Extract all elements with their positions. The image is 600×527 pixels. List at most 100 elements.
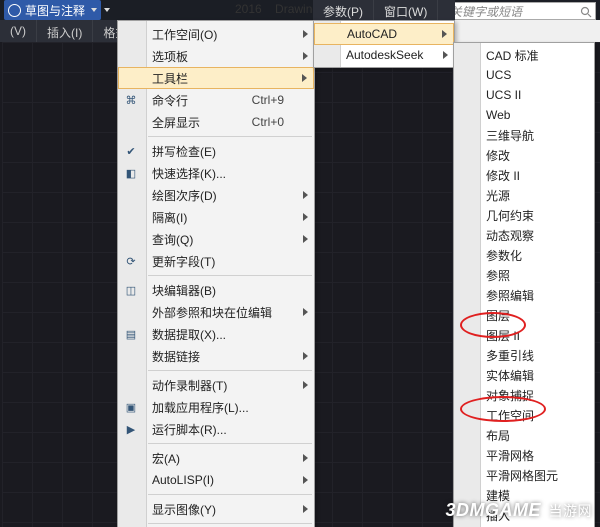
menu-item[interactable]: 全屏显示Ctrl+0 (118, 111, 314, 133)
menu-separator (148, 494, 312, 495)
menu-item[interactable]: ◫块编辑器(B) (118, 279, 314, 301)
menu-item-label: 工作空间 (486, 407, 534, 424)
menu-item-icon: ▶ (123, 421, 139, 437)
menu-item[interactable]: 参照 (454, 265, 594, 285)
menu-item[interactable]: UCS (454, 65, 594, 85)
menu-item[interactable]: AutoLISP(I) (118, 469, 314, 491)
menu-item[interactable]: 工作空间(O) (118, 23, 314, 45)
menu-item-label: 绘图次序(D) (152, 187, 217, 204)
menu-item-label: 几何约束 (486, 207, 534, 224)
menu-item[interactable]: 平滑网格 (454, 445, 594, 465)
menu-item[interactable]: 查询(Q) (118, 228, 314, 250)
menu-item[interactable]: 布局 (454, 425, 594, 445)
menu-item[interactable]: 几何约束 (454, 205, 594, 225)
menu-item[interactable]: 外部参照和块在位编辑 (118, 301, 314, 323)
menu-item[interactable]: 图层 (454, 305, 594, 325)
sketch-annotation-button[interactable]: 草图与注释 (4, 0, 101, 20)
submenu-arrow-icon (303, 235, 308, 243)
menu-item[interactable]: 图层 II (454, 325, 594, 345)
chevron-down-icon (104, 8, 110, 12)
submenu-arrow-icon (442, 30, 447, 38)
submenu-arrow-icon (303, 30, 308, 38)
menu-item[interactable]: AutodeskSeek (314, 45, 454, 65)
tab-v[interactable]: (V) (0, 20, 37, 42)
menu-item[interactable]: CAD 标准 (454, 45, 594, 65)
menu-item[interactable]: 对象捕捉 (454, 385, 594, 405)
menu-item-label: 数据链接 (152, 348, 200, 365)
menu-item[interactable]: 参数化 (454, 245, 594, 265)
title-prefix: 2016 (235, 2, 262, 16)
menu-item-label: 命令行 (152, 92, 188, 109)
menu-item-label: 实体编辑 (486, 367, 534, 384)
menu-item-label: 查询(Q) (152, 231, 193, 248)
menu-item-label: 动态观察 (486, 227, 534, 244)
menu-item-label: 选项板 (152, 48, 188, 65)
menu-item-label: 运行脚本(R)... (152, 421, 227, 438)
menu-item-icon: ✔ (123, 143, 139, 159)
menu-item[interactable]: 修改 II (454, 165, 594, 185)
menu-item-shortcut: Ctrl+9 (252, 93, 284, 107)
menu-item-label: 图层 (486, 307, 510, 324)
menu-item[interactable]: 选项板 (118, 45, 314, 67)
submenu-toolbar: AutoCAD AutodeskSeek (313, 20, 455, 68)
menu-item-label: 拼写检查(E) (152, 143, 216, 160)
menu-item[interactable]: 修改 (454, 145, 594, 165)
menu-item-label: 平滑网格图元 (486, 467, 558, 484)
submenu-arrow-icon (303, 191, 308, 199)
menu-item[interactable]: 隔离(I) (118, 206, 314, 228)
submenu-arrow-icon (443, 51, 448, 59)
menu-item-label: 宏(A) (152, 450, 180, 467)
tab-params[interactable]: 参数(P) (313, 0, 374, 20)
menu-separator (148, 370, 312, 371)
menu-item[interactable]: ▤数据提取(X)... (118, 323, 314, 345)
menu-item-label: 三维导航 (486, 127, 534, 144)
menu-item-label: CAD 标准 (486, 47, 539, 64)
menu-item[interactable]: 平滑网格图元 (454, 465, 594, 485)
menu-item[interactable]: AutoCAD (314, 23, 454, 45)
menu-item-icon: ▤ (123, 326, 139, 342)
menu-item[interactable]: 动作录制器(T) (118, 374, 314, 396)
menu-item[interactable]: ◧快速选择(K)... (118, 162, 314, 184)
menu-item[interactable]: 实体编辑 (454, 365, 594, 385)
menu-item-label: AutodeskSeek (346, 48, 423, 62)
tab-insert[interactable]: 插入(I) (37, 20, 93, 42)
menu-item[interactable]: Web (454, 105, 594, 125)
menu-item-label: 显示图像(Y) (152, 501, 216, 518)
menu-item-label: 参照编辑 (486, 287, 534, 304)
menu-item-label: Web (486, 108, 510, 122)
menu-item-icon: ⟳ (123, 253, 139, 269)
menu-item[interactable]: 工作空间 (454, 405, 594, 425)
menu-item[interactable]: UCS II (454, 85, 594, 105)
sketch-label: 草图与注释 (25, 2, 85, 19)
menu-item-label: 参数化 (486, 247, 522, 264)
watermark: 3DMGAME 当游网 (445, 500, 592, 521)
menu-item[interactable]: 工具栏 (118, 67, 314, 89)
menu-item[interactable]: 数据链接 (118, 345, 314, 367)
menu-item-label: 平滑网格 (486, 447, 534, 464)
menu-item[interactable]: 宏(A) (118, 447, 314, 469)
menu-item[interactable]: 显示图像(Y) (118, 498, 314, 520)
menu-item-label: 隔离(I) (152, 209, 187, 226)
menu-item[interactable]: ⌘命令行Ctrl+9 (118, 89, 314, 111)
menu-item-label: AutoCAD (347, 27, 397, 41)
menu-item[interactable]: 三维导航 (454, 125, 594, 145)
menu-item[interactable]: ✔ 拼写检查(E) (118, 140, 314, 162)
menu-item[interactable]: 绘图次序(D) (118, 184, 314, 206)
menu-item[interactable]: 动态观察 (454, 225, 594, 245)
menu-item[interactable]: 参照编辑 (454, 285, 594, 305)
menu-item-label: 快速选择(K)... (152, 165, 226, 182)
submenu-autocad-toolbars: CAD 标准UCS UCS II Web 三维导航修改修改 II光源几何约束动态观察参… (453, 42, 595, 527)
menu-item-label: 多重引线 (486, 347, 534, 364)
menu-item[interactable]: ▶ 运行脚本(R)... (118, 418, 314, 440)
menu-item[interactable]: ▣加载应用程序(L)... (118, 396, 314, 418)
submenu-arrow-icon (303, 381, 308, 389)
submenu-arrow-icon (303, 454, 308, 462)
menu-item[interactable]: 多重引线 (454, 345, 594, 365)
menu-item-label: 加载应用程序(L)... (152, 399, 249, 416)
submenu-arrow-icon (303, 505, 308, 513)
menu-item[interactable]: ⟳更新字段(T) (118, 250, 314, 272)
submenu-arrow-icon (303, 476, 308, 484)
menu-item-label: UCS II (486, 88, 521, 102)
tab-window[interactable]: 窗口(W) (374, 0, 438, 20)
menu-item[interactable]: 光源 (454, 185, 594, 205)
